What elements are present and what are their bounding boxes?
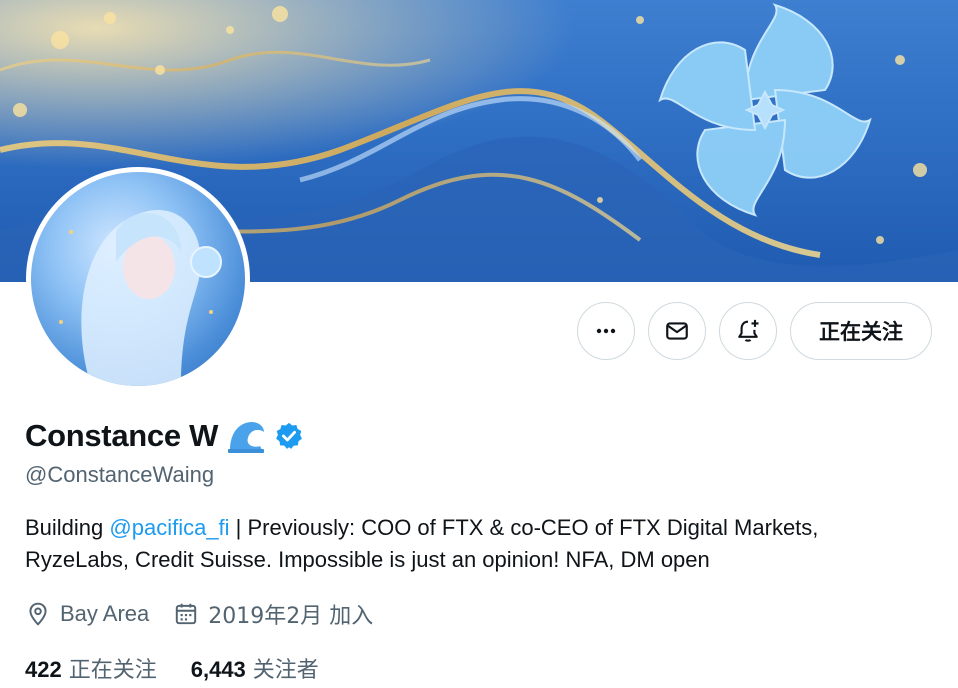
bell-plus-icon xyxy=(738,319,759,342)
following-label: 正在关注 xyxy=(68,658,157,683)
message-button[interactable] xyxy=(648,302,706,360)
following-count: 422 xyxy=(25,657,62,682)
location-pin-icon xyxy=(29,602,47,626)
following-button[interactable]: 正在关注 xyxy=(790,302,932,360)
followers-stat-link[interactable]: 6,443 关注者 xyxy=(191,652,319,684)
joined-item: 2019年2月 加入 xyxy=(173,598,373,630)
location-item: Bay Area xyxy=(25,601,149,627)
mail-icon xyxy=(666,322,688,340)
bio-text: RyzeLabs, Credit Suisse. Impossible is j… xyxy=(25,547,710,572)
more-button[interactable] xyxy=(577,302,635,360)
notify-button[interactable] xyxy=(719,302,777,360)
more-icon xyxy=(596,328,616,334)
bio-text: | Previously: COO of FTX & co-CEO of FTX… xyxy=(229,515,819,540)
display-name: Constance W xyxy=(25,418,219,453)
followers-label: 关注者 xyxy=(252,658,319,683)
avatar-image xyxy=(31,172,245,386)
bio-mention-link[interactable]: @pacifica_fi xyxy=(109,515,229,540)
profile-actions: 正在关注 xyxy=(577,302,932,360)
bio-text: Building xyxy=(25,515,110,540)
following-stat-link[interactable]: 422 正在关注 xyxy=(25,652,157,684)
location-text: Bay Area xyxy=(60,601,150,626)
profile-meta: Bay Area 2019年2月 加入 xyxy=(25,598,373,630)
profile-bio: Building @pacifica_fi | Previously: COO … xyxy=(25,512,925,576)
profile-handle: @ConstanceWaing xyxy=(25,462,215,487)
profile-avatar[interactable] xyxy=(26,167,250,391)
verified-badge-icon[interactable] xyxy=(274,421,304,451)
followers-count: 6,443 xyxy=(190,657,246,682)
profile-stats: 422 正在关注 6,443 关注者 xyxy=(25,652,319,684)
profile-name-row: Constance W xyxy=(25,418,304,454)
calendar-icon xyxy=(176,603,197,625)
joined-text: 2019年2月 加入 xyxy=(208,604,374,629)
wave-emoji-icon xyxy=(228,422,265,453)
